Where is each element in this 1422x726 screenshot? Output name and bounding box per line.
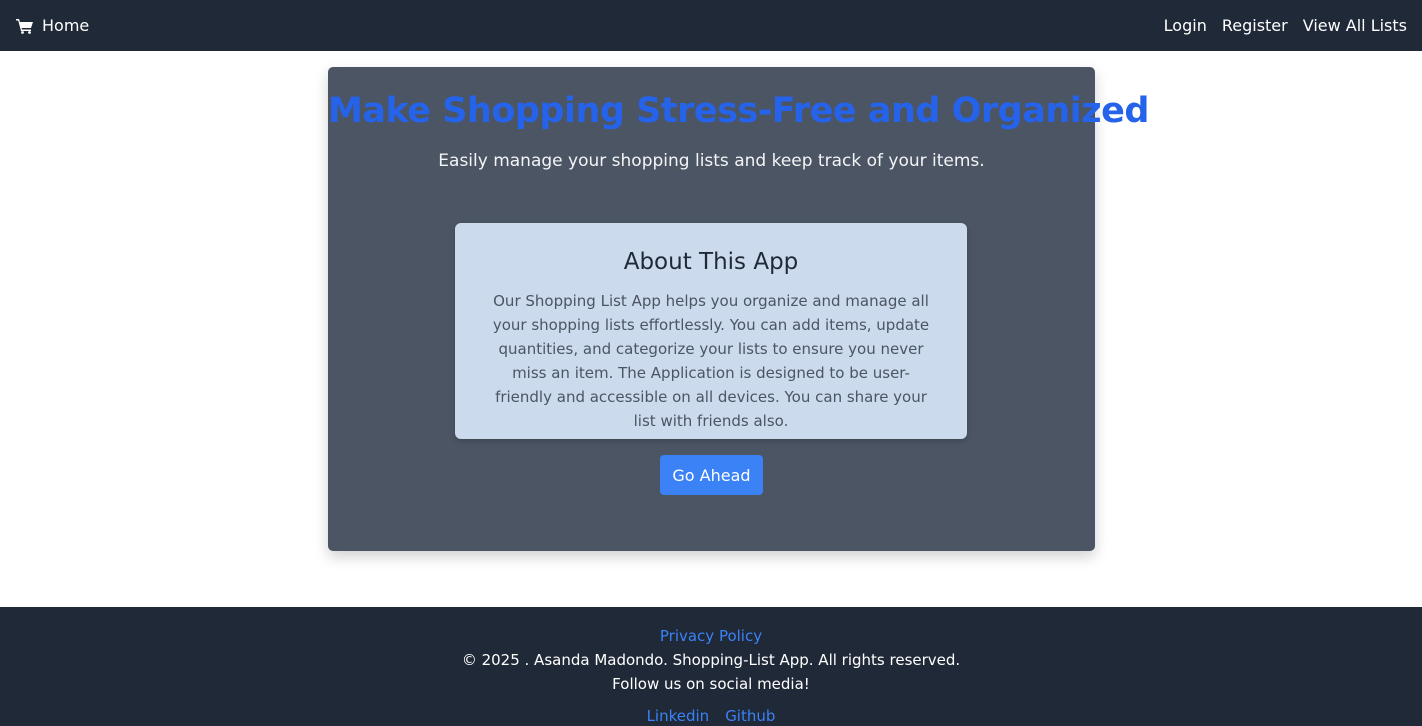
privacy-policy-link[interactable]: Privacy Policy: [660, 627, 762, 645]
home-label: Home: [42, 16, 90, 35]
view-all-lists-link[interactable]: View All Lists: [1303, 16, 1407, 35]
hero-title: Make Shopping Stress-Free and Organized: [328, 91, 1149, 131]
navbar: Home Login Register View All Lists: [0, 0, 1422, 51]
home-link[interactable]: Home: [16, 16, 89, 35]
footer: Privacy Policy © 2025 . Asanda Madondo. …: [0, 607, 1422, 726]
nav-links: Login Register View All Lists: [1164, 16, 1407, 35]
about-title: About This App: [623, 249, 799, 275]
about-card: About This App Our Shopping List App hel…: [455, 223, 967, 439]
follow-text: Follow us on social media!: [612, 675, 810, 693]
login-link[interactable]: Login: [1164, 16, 1207, 35]
main-content: Make Shopping Stress-Free and Organized …: [0, 51, 1422, 607]
hero-panel: Make Shopping Stress-Free and Organized …: [328, 67, 1149, 551]
hero-subtitle: Easily manage your shopping lists and ke…: [438, 151, 985, 171]
register-link[interactable]: Register: [1222, 16, 1288, 35]
privacy-row: Privacy Policy: [0, 626, 1422, 646]
linkedin-link[interactable]: Linkedin: [647, 706, 710, 726]
copyright-text: © 2025 . Asanda Madondo. Shopping-List A…: [461, 651, 961, 669]
go-ahead-button[interactable]: Go Ahead: [660, 455, 763, 495]
github-link[interactable]: Github: [725, 706, 775, 726]
social-links: Linkedin Github: [0, 706, 1422, 726]
about-text: Our Shopping List App helps you organize…: [492, 292, 930, 430]
shopping-cart-icon: [16, 18, 34, 34]
